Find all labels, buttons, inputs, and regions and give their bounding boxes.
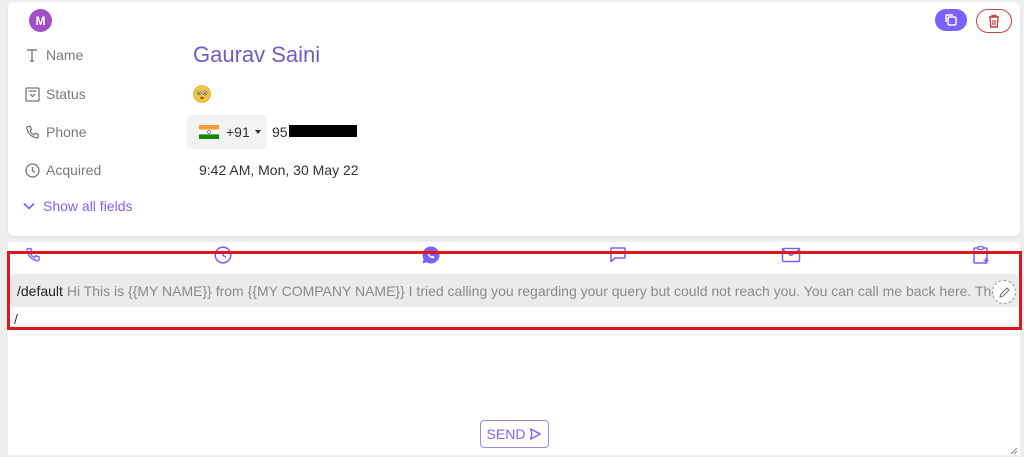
- acquired-value: 9:42 AM, Mon, 30 May 22: [199, 162, 359, 178]
- worried-face-emoji[interactable]: [193, 85, 211, 103]
- country-code: +91: [226, 124, 250, 140]
- phone-label: Phone: [46, 124, 87, 140]
- show-all-fields-link[interactable]: Show all fields: [23, 198, 133, 214]
- acquired-label: Acquired: [46, 162, 102, 178]
- dropdown-field-icon: [23, 85, 41, 103]
- status-label: Status: [46, 86, 86, 102]
- phone-number[interactable]: 95: [272, 124, 288, 140]
- text-type-icon: [23, 46, 41, 64]
- send-button[interactable]: SEND: [480, 420, 549, 448]
- india-flag-icon: [199, 125, 219, 139]
- chevron-down-icon: [255, 130, 261, 134]
- clock-icon: [23, 161, 41, 179]
- contact-card: [8, 2, 1020, 236]
- highlight-annotation-box: [7, 251, 1022, 330]
- avatar[interactable]: M: [29, 9, 52, 32]
- contact-name[interactable]: Gaurav Saini: [193, 42, 320, 68]
- name-label: Name: [46, 47, 84, 63]
- chevron-down-icon: [23, 202, 35, 210]
- trash-icon: [989, 14, 999, 28]
- resize-handle-icon[interactable]: [1008, 442, 1018, 455]
- phone-icon: [23, 123, 41, 141]
- copy-button[interactable]: [935, 9, 967, 31]
- send-icon: [530, 428, 542, 440]
- delete-button[interactable]: [976, 9, 1012, 33]
- redaction-bar: [289, 125, 357, 137]
- copy-icon: [945, 14, 957, 26]
